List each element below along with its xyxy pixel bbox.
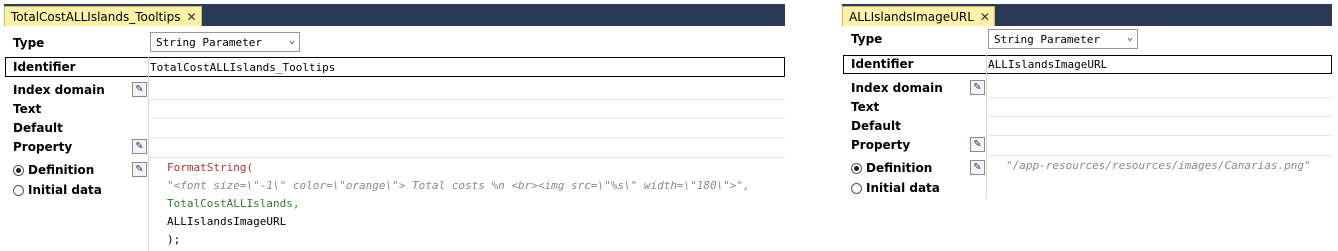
property-label: Property xyxy=(13,140,73,154)
initial-data-radio[interactable]: Initial data xyxy=(13,183,102,197)
chevron-down-icon: ⌄ xyxy=(1126,32,1133,43)
identifier-field[interactable]: ALLIslandsImageURL xyxy=(988,58,1107,71)
type-select-value: String Parameter xyxy=(156,35,262,49)
definition-editor[interactable]: FormatString( "<font size=\"-1\" color=\… xyxy=(150,158,785,251)
type-label: Type xyxy=(13,36,45,50)
initial-data-label: Initial data xyxy=(28,183,102,197)
definition-label: Definition xyxy=(28,163,95,177)
property-edit-icon[interactable]: ✎ xyxy=(970,137,985,152)
chevron-down-icon: ⌄ xyxy=(288,35,295,46)
code-line-5: ); xyxy=(167,233,181,246)
text-label: Text xyxy=(13,102,42,116)
index-domain-edit-icon[interactable]: ✎ xyxy=(970,80,985,95)
text-label: Text xyxy=(851,100,880,114)
tab-label: ALLIslandsImageURL xyxy=(849,9,974,24)
type-label: Type xyxy=(851,32,883,46)
definition-editor[interactable]: "/app-resources/resources/images/Canaria… xyxy=(988,156,1332,198)
close-icon[interactable]: ✕ xyxy=(186,11,196,23)
code-line-4: ALLIslandsImageURL xyxy=(167,215,287,228)
index-domain-label: Index domain xyxy=(851,81,943,95)
code-line-2: "<font size=\"-1\" color=\"orange\"> Tot… xyxy=(167,179,750,192)
definition-edit-icon[interactable]: ✎ xyxy=(970,160,985,175)
row-separator xyxy=(150,118,785,119)
close-icon[interactable]: ✕ xyxy=(980,11,990,23)
tab-allislands-imageurl[interactable]: ALLIslandsImageURL ✕ xyxy=(842,6,995,26)
tab-bar: ALLIslandsImageURL ✕ xyxy=(842,4,1332,26)
attribute-form: Type String Parameter ⌄ Identifier Total… xyxy=(4,26,785,251)
code-line-1: "/app-resources/resources/images/Canaria… xyxy=(1006,159,1311,172)
identifier-row xyxy=(5,57,785,77)
row-separator xyxy=(988,135,1332,136)
property-label: Property xyxy=(851,138,911,152)
code-line-1: FormatString( xyxy=(167,161,254,174)
row-separator xyxy=(988,97,1332,98)
radio-selected-icon xyxy=(13,164,24,176)
identifier-label: Identifier xyxy=(13,60,76,74)
default-label: Default xyxy=(13,121,63,135)
radio-selected-icon xyxy=(851,162,862,174)
tab-bar: TotalCostALLIslands_Tooltips ✕ xyxy=(4,4,785,26)
identifier-label: Identifier xyxy=(851,57,914,71)
default-label: Default xyxy=(851,119,901,133)
row-separator xyxy=(988,116,1332,117)
type-select[interactable]: String Parameter ⌄ xyxy=(150,32,300,52)
attribute-panel-right: ALLIslandsImageURL ✕ Type String Paramet… xyxy=(842,4,1332,198)
radio-unselected-icon xyxy=(13,184,24,196)
column-divider xyxy=(986,55,987,198)
row-separator xyxy=(150,137,785,138)
type-select-value: String Parameter xyxy=(994,32,1100,46)
column-divider xyxy=(148,57,149,251)
attribute-form: Type String Parameter ⌄ Identifier ALLIs… xyxy=(842,26,1332,198)
definition-label: Definition xyxy=(866,161,933,175)
radio-unselected-icon xyxy=(851,182,862,194)
attribute-panel-left: TotalCostALLIslands_Tooltips ✕ Type Stri… xyxy=(4,4,785,251)
initial-data-label: Initial data xyxy=(866,181,940,195)
property-edit-icon[interactable]: ✎ xyxy=(132,139,147,154)
tab-label: TotalCostALLIslands_Tooltips xyxy=(11,9,181,24)
index-domain-label: Index domain xyxy=(13,83,105,97)
tab-totalcost-tooltips[interactable]: TotalCostALLIslands_Tooltips ✕ xyxy=(4,6,202,26)
row-separator xyxy=(150,99,785,100)
identifier-field[interactable]: TotalCostALLIslands_Tooltips xyxy=(150,61,335,74)
definition-radio[interactable]: Definition xyxy=(851,161,932,175)
initial-data-radio[interactable]: Initial data xyxy=(851,181,940,195)
index-domain-edit-icon[interactable]: ✎ xyxy=(132,82,147,97)
definition-edit-icon[interactable]: ✎ xyxy=(132,162,147,177)
type-select[interactable]: String Parameter ⌄ xyxy=(988,29,1138,49)
code-line-3: TotalCostALLIslands, xyxy=(167,197,300,210)
definition-radio[interactable]: Definition xyxy=(13,163,94,177)
